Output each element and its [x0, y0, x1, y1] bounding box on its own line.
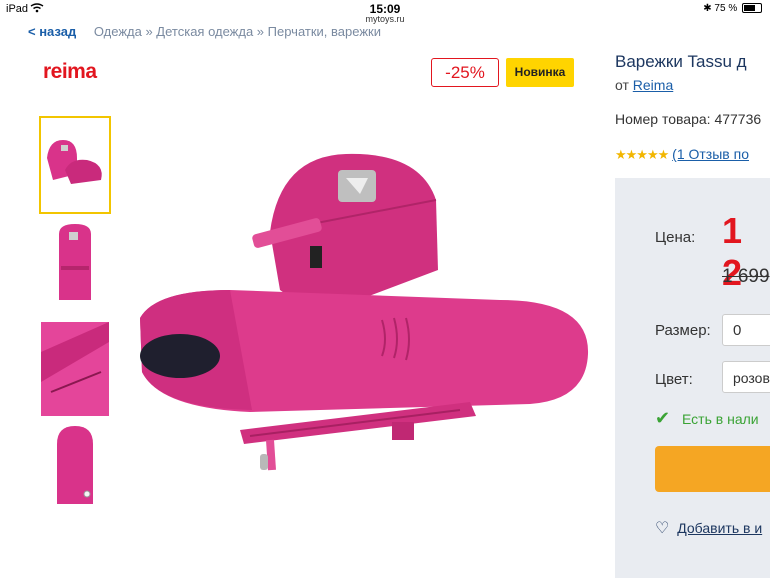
color-label: Цвет:: [655, 371, 693, 388]
old-price: 1 699: [722, 266, 770, 287]
rating: ★★★★★ (1 Отзыв по: [615, 146, 749, 163]
product-brand-line: от Reima: [615, 77, 673, 93]
add-to-cart-button[interactable]: [655, 446, 770, 492]
product-title: Варежки Tassu д: [615, 52, 747, 71]
heart-icon: ♡: [655, 520, 670, 537]
brand-link[interactable]: Reima: [633, 77, 673, 93]
thumbnail-mitten-detail[interactable]: [41, 322, 109, 416]
price-label: Цена:: [655, 229, 696, 246]
thumbnail-mittens-pair[interactable]: [39, 116, 111, 214]
checkmark-icon: ✔: [655, 408, 671, 428]
brand-logo[interactable]: reima: [43, 60, 97, 84]
wishlist-text: Добавить в и: [677, 520, 763, 536]
thumbnail-mitten-front[interactable]: [41, 220, 109, 314]
back-link[interactable]: < назад: [28, 24, 76, 39]
star-rating-icon: ★★★★★: [615, 147, 669, 162]
discount-badge: -25%: [431, 58, 499, 87]
wishlist-link[interactable]: ♡ Добавить в и: [655, 518, 762, 538]
stock-text: Есть в нали: [681, 411, 759, 427]
reviews-link[interactable]: (1 Отзыв по: [672, 146, 749, 162]
battery-icon: [742, 3, 762, 14]
size-label: Размер:: [655, 322, 711, 339]
from-label: от: [615, 77, 629, 93]
status-bar: iPad 15:09 mytoys.ru ✱ 75 %: [0, 0, 770, 26]
thumbnail-mitten-single[interactable]: [41, 424, 109, 518]
color-select[interactable]: розов: [722, 361, 770, 393]
bluetooth-icon: ✱: [703, 3, 712, 14]
size-select[interactable]: 0: [722, 314, 770, 346]
product-image[interactable]: [120, 140, 600, 500]
address-url[interactable]: mytoys.ru: [0, 14, 770, 24]
stock-status: ✔ Есть в нали: [655, 408, 759, 429]
product-sku: Номер товара: 477736: [615, 111, 762, 127]
battery-percent: 75 %: [714, 3, 738, 14]
breadcrumb-path[interactable]: Одежда » Детская одежда » Перчатки, варе…: [94, 24, 381, 39]
new-badge: Новинка: [506, 58, 574, 87]
breadcrumb: < назад Одежда » Детская одежда » Перчат…: [28, 24, 381, 39]
battery-indicator: ✱ 75 %: [703, 3, 762, 14]
